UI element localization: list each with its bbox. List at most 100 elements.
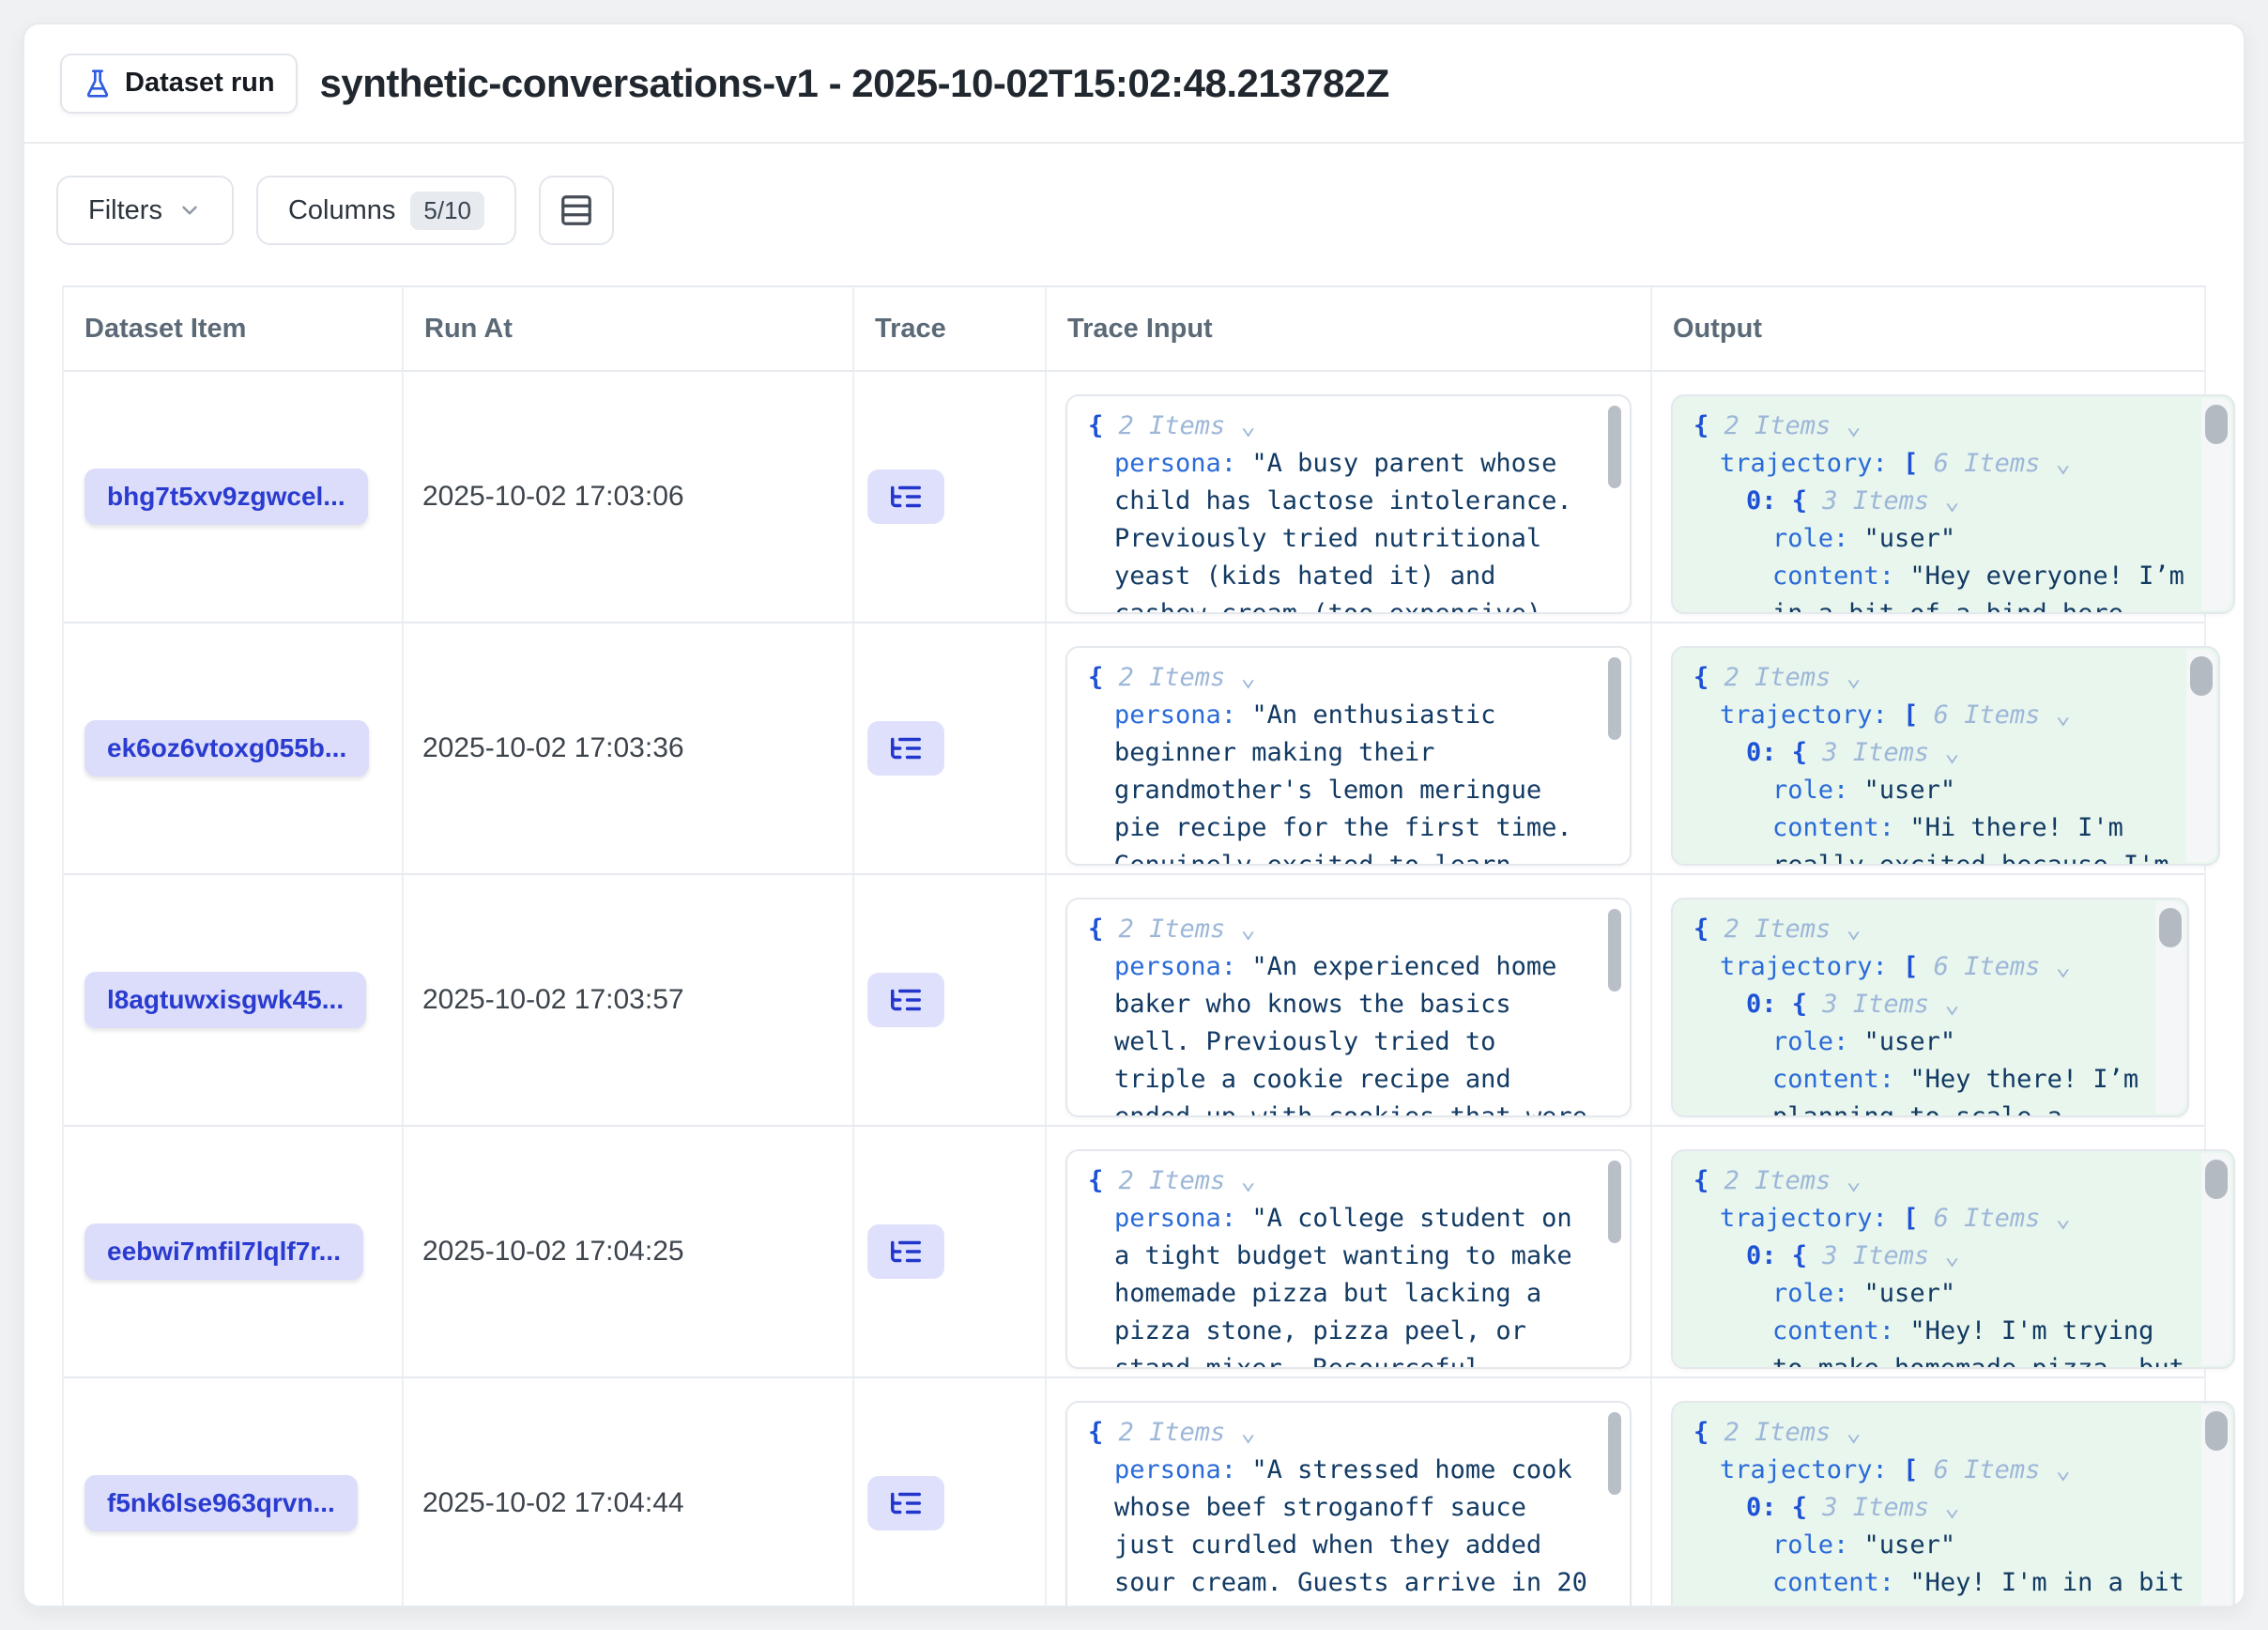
output-json: { 2 Items ⌄trajectory: [ 6 Items ⌄0: { 3… — [1693, 659, 2169, 866]
run-at-cell: 2025-10-02 17:04:44 — [402, 1378, 852, 1607]
trace-input-json: { 2 Items ⌄persona: "A stressed home coo… — [1088, 1414, 1588, 1607]
dataset-item-cell: ek6oz6vtoxg055b... — [64, 623, 402, 873]
trace-button[interactable] — [867, 469, 944, 524]
output-card[interactable]: { 2 Items ⌄trajectory: [ 6 Items ⌄0: { 3… — [1671, 1149, 2235, 1369]
table-header-row: Dataset Item Run At Trace Trace Input Ou… — [64, 287, 2204, 372]
run-at-cell: 2025-10-02 17:03:57 — [402, 875, 852, 1125]
dataset-item-badge[interactable]: ek6oz6vtoxg055b... — [84, 720, 369, 777]
list-tree-icon — [888, 479, 924, 515]
filters-button[interactable]: Filters — [56, 176, 234, 245]
scrollbar-thumb[interactable] — [2159, 908, 2182, 947]
scrollbar-thumb[interactable] — [1608, 406, 1621, 488]
output-cell: { 2 Items ⌄trajectory: [ 6 Items ⌄0: { 3… — [1650, 875, 2208, 1125]
dataset-run-table: Dataset Item Run At Trace Trace Input Ou… — [62, 285, 2206, 1606]
trace-input-card[interactable]: { 2 Items ⌄persona: "A stressed home coo… — [1065, 1401, 1632, 1607]
scrollbar-thumb[interactable] — [2205, 1411, 2228, 1451]
dataset-item-cell: l8agtuwxisgwk45... — [64, 875, 402, 1125]
trace-button[interactable] — [867, 721, 944, 776]
rows-icon — [559, 192, 594, 228]
toolbar: Filters Columns 5/10 — [24, 144, 2244, 268]
scrollbar-track[interactable] — [2155, 901, 2185, 1114]
column-header-run-at: Run At — [402, 287, 852, 370]
page-title: synthetic-conversations-v1 - 2025-10-02T… — [320, 61, 1389, 106]
dataset-item-cell: bhg7t5xv9zgwcel... — [64, 372, 402, 622]
scrollbar-track[interactable] — [2201, 1153, 2231, 1365]
scrollbar-track[interactable] — [2201, 398, 2231, 610]
run-at-value: 2025-10-02 17:03:36 — [422, 732, 684, 764]
output-json: { 2 Items ⌄trajectory: [ 6 Items ⌄0: { 3… — [1693, 1162, 2184, 1369]
run-at-cell: 2025-10-02 17:03:36 — [402, 623, 852, 873]
page-header: Dataset run synthetic-conversations-v1 -… — [24, 24, 2244, 144]
dataset-run-badge: Dataset run — [60, 54, 298, 114]
scrollbar-track[interactable] — [2201, 1405, 2231, 1607]
output-json: { 2 Items ⌄trajectory: [ 6 Items ⌄0: { 3… — [1693, 1414, 2184, 1607]
output-card[interactable]: { 2 Items ⌄trajectory: [ 6 Items ⌄0: { 3… — [1671, 1401, 2235, 1607]
filters-button-label: Filters — [88, 195, 162, 226]
dataset-item-badge[interactable]: eebwi7mfil7lqlf7r... — [84, 1223, 363, 1280]
trace-input-json: { 2 Items ⌄persona: "An experienced home… — [1088, 911, 1588, 1117]
scrollbar-thumb[interactable] — [1608, 1412, 1621, 1495]
output-card[interactable]: { 2 Items ⌄trajectory: [ 6 Items ⌄0: { 3… — [1671, 898, 2189, 1117]
dataset-item-cell: eebwi7mfil7lqlf7r... — [64, 1127, 402, 1376]
chevron-down-icon — [177, 198, 202, 223]
trace-input-cell: { 2 Items ⌄persona: "A stressed home coo… — [1045, 1378, 1650, 1607]
dataset-item-badge[interactable]: l8agtuwxisgwk45... — [84, 972, 366, 1028]
output-cell: { 2 Items ⌄trajectory: [ 6 Items ⌄0: { 3… — [1650, 1127, 2245, 1376]
run-at-cell: 2025-10-02 17:03:06 — [402, 372, 852, 622]
trace-input-card[interactable]: { 2 Items ⌄persona: "An enthusiasticbegi… — [1065, 646, 1632, 866]
column-header-trace-input: Trace Input — [1045, 287, 1650, 370]
list-tree-icon — [888, 730, 924, 766]
run-at-value: 2025-10-02 17:04:44 — [422, 1487, 684, 1519]
row-height-button[interactable] — [539, 176, 614, 245]
trace-input-card[interactable]: { 2 Items ⌄persona: "A busy parent whose… — [1065, 394, 1632, 614]
trace-input-card[interactable]: { 2 Items ⌄persona: "An experienced home… — [1065, 898, 1632, 1117]
trace-input-json: { 2 Items ⌄persona: "A college student o… — [1088, 1162, 1588, 1369]
trace-input-cell: { 2 Items ⌄persona: "An enthusiasticbegi… — [1045, 623, 1650, 873]
trace-button[interactable] — [867, 973, 944, 1027]
trace-input-json: { 2 Items ⌄persona: "An enthusiasticbegi… — [1088, 659, 1588, 866]
columns-button-label: Columns — [288, 195, 395, 226]
run-at-value: 2025-10-02 17:03:06 — [422, 481, 684, 513]
trace-cell — [852, 372, 1045, 622]
trace-cell — [852, 623, 1045, 873]
trace-cell — [852, 875, 1045, 1125]
output-cell: { 2 Items ⌄trajectory: [ 6 Items ⌄0: { 3… — [1650, 623, 2239, 873]
trace-input-json: { 2 Items ⌄persona: "A busy parent whose… — [1088, 408, 1588, 614]
run-at-cell: 2025-10-02 17:04:25 — [402, 1127, 852, 1376]
trace-input-cell: { 2 Items ⌄persona: "An experienced home… — [1045, 875, 1650, 1125]
scrollbar-thumb[interactable] — [1608, 657, 1621, 740]
dataset-item-cell: f5nk6lse963qrvn... — [64, 1378, 402, 1607]
columns-count-badge: 5/10 — [410, 192, 484, 230]
output-json: { 2 Items ⌄trajectory: [ 6 Items ⌄0: { 3… — [1693, 911, 2138, 1117]
scrollbar-thumb[interactable] — [1608, 1161, 1621, 1243]
output-card[interactable]: { 2 Items ⌄trajectory: [ 6 Items ⌄0: { 3… — [1671, 394, 2235, 614]
output-json: { 2 Items ⌄trajectory: [ 6 Items ⌄0: { 3… — [1693, 408, 2184, 614]
scrollbar-track[interactable] — [2186, 650, 2216, 862]
table-row: l8agtuwxisgwk45... 2025-10-02 17:03:57 {… — [64, 875, 2204, 1127]
dataset-item-badge[interactable]: f5nk6lse963qrvn... — [84, 1475, 358, 1531]
list-tree-icon — [888, 1234, 924, 1269]
dataset-item-badge[interactable]: bhg7t5xv9zgwcel... — [84, 469, 368, 525]
column-header-output: Output — [1650, 287, 2204, 370]
output-cell: { 2 Items ⌄trajectory: [ 6 Items ⌄0: { 3… — [1650, 1378, 2245, 1607]
trace-input-cell: { 2 Items ⌄persona: "A busy parent whose… — [1045, 372, 1650, 622]
scrollbar-thumb[interactable] — [2205, 405, 2228, 444]
scrollbar-thumb[interactable] — [2205, 1160, 2228, 1199]
trace-button[interactable] — [867, 1224, 944, 1279]
output-cell: { 2 Items ⌄trajectory: [ 6 Items ⌄0: { 3… — [1650, 372, 2245, 622]
columns-button[interactable]: Columns 5/10 — [256, 176, 516, 245]
trace-cell — [852, 1378, 1045, 1607]
column-header-trace: Trace — [852, 287, 1045, 370]
output-card[interactable]: { 2 Items ⌄trajectory: [ 6 Items ⌄0: { 3… — [1671, 646, 2220, 866]
scrollbar-thumb[interactable] — [2190, 656, 2213, 696]
run-at-value: 2025-10-02 17:03:57 — [422, 984, 684, 1016]
flask-icon — [83, 69, 113, 99]
dataset-run-panel: Dataset run synthetic-conversations-v1 -… — [23, 23, 2245, 1607]
scrollbar-thumb[interactable] — [1608, 909, 1621, 992]
trace-button[interactable] — [867, 1476, 944, 1530]
table-row: eebwi7mfil7lqlf7r... 2025-10-02 17:04:25… — [64, 1127, 2204, 1378]
dataset-run-badge-label: Dataset run — [125, 68, 275, 99]
trace-input-card[interactable]: { 2 Items ⌄persona: "A college student o… — [1065, 1149, 1632, 1369]
column-header-dataset-item: Dataset Item — [64, 287, 402, 370]
table-row: f5nk6lse963qrvn... 2025-10-02 17:04:44 {… — [64, 1378, 2204, 1607]
